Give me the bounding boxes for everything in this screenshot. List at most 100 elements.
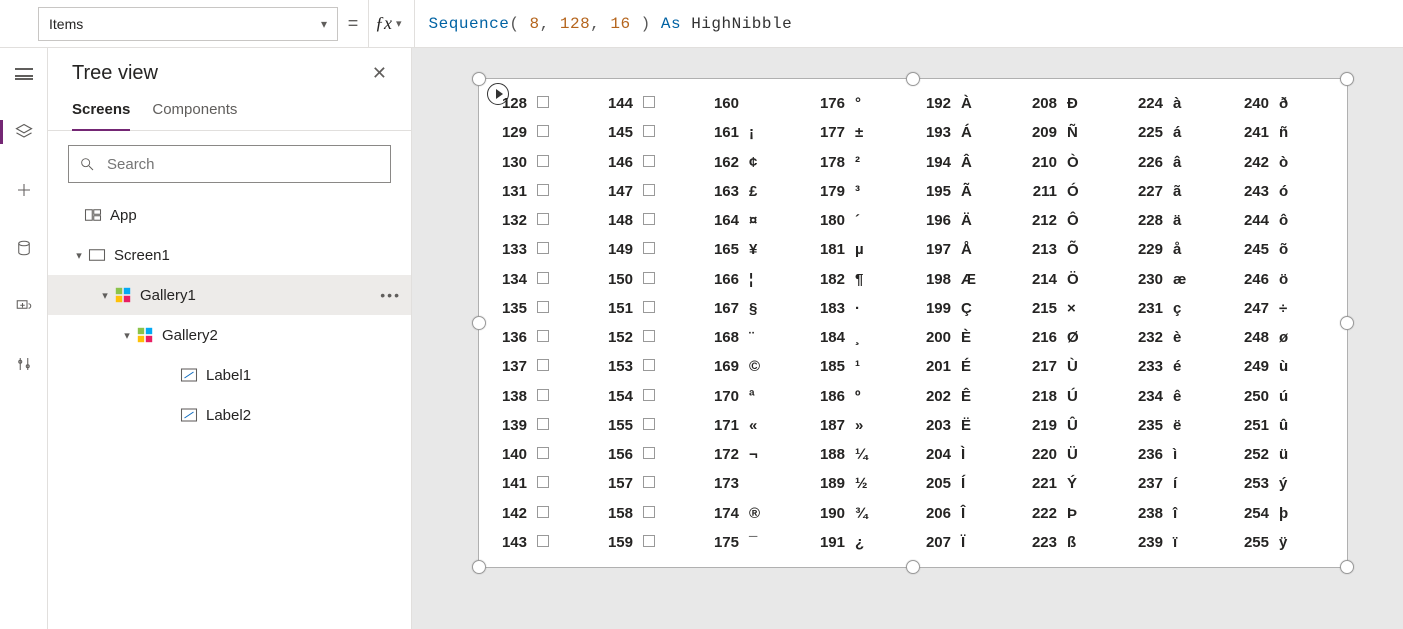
fx-icon: ƒx bbox=[375, 13, 392, 34]
table-row: 175¯ bbox=[701, 528, 807, 557]
table-row: 210Ò bbox=[1019, 148, 1125, 177]
char-code: 202 bbox=[919, 388, 951, 405]
tree-item-gallery1[interactable]: ▾Gallery1••• bbox=[48, 275, 411, 315]
table-row: 242ò bbox=[1231, 148, 1337, 177]
char-code: 163 bbox=[707, 183, 739, 200]
table-row: 176° bbox=[807, 89, 913, 118]
search-box[interactable] bbox=[68, 145, 391, 183]
table-row: 219Û bbox=[1019, 411, 1125, 440]
close-icon[interactable]: ✕ bbox=[372, 63, 387, 84]
table-row: 243 ó bbox=[1231, 177, 1337, 206]
table-row: 248ø bbox=[1231, 323, 1337, 352]
char-code: 197 bbox=[919, 241, 951, 258]
char-code: 205 bbox=[919, 475, 951, 492]
table-row: 142 bbox=[489, 499, 595, 528]
char-code: 219 bbox=[1025, 417, 1057, 434]
char-glyph: Ç bbox=[961, 300, 983, 317]
search-input[interactable] bbox=[105, 155, 380, 174]
char-code: 241 bbox=[1237, 124, 1269, 141]
table-row: 246ö bbox=[1231, 265, 1337, 294]
rail-hamburger[interactable] bbox=[0, 56, 48, 92]
char-glyph: ª bbox=[749, 388, 771, 405]
char-glyph bbox=[537, 95, 559, 112]
table-row: 215× bbox=[1019, 294, 1125, 323]
gallery-content: 1281291301311321331341351361371381391401… bbox=[489, 89, 1337, 557]
table-row: 155 bbox=[595, 411, 701, 440]
char-glyph: Â bbox=[961, 154, 983, 171]
resize-handle[interactable] bbox=[1340, 72, 1354, 86]
resize-handle[interactable] bbox=[472, 72, 486, 86]
char-code: 212 bbox=[1025, 212, 1057, 229]
char-code: 172 bbox=[707, 446, 739, 463]
char-code: 255 bbox=[1237, 534, 1269, 551]
more-icon[interactable]: ••• bbox=[380, 287, 401, 303]
tab-screens[interactable]: Screens bbox=[72, 95, 130, 130]
resize-handle[interactable] bbox=[906, 560, 920, 574]
tree-item-gallery2[interactable]: ▾Gallery2 bbox=[48, 315, 411, 355]
formula-token: 8 bbox=[530, 15, 540, 33]
char-code: 229 bbox=[1131, 241, 1163, 258]
resize-handle[interactable] bbox=[1340, 316, 1354, 330]
formula-input[interactable]: Sequence( 8, 128, 16 ) As HighNibble bbox=[415, 0, 1403, 48]
table-row: 144 bbox=[595, 89, 701, 118]
char-code: 150 bbox=[601, 271, 633, 288]
table-row: 132 bbox=[489, 206, 595, 235]
char-code: 147 bbox=[601, 183, 633, 200]
table-row: 218Ú bbox=[1019, 382, 1125, 411]
resize-handle[interactable] bbox=[472, 316, 486, 330]
selected-control[interactable]: 1281291301311321331341351361371381391401… bbox=[478, 78, 1348, 568]
table-row: 234ê bbox=[1125, 382, 1231, 411]
tree-item-label1[interactable]: Label1 bbox=[48, 355, 411, 395]
resize-handle[interactable] bbox=[1340, 560, 1354, 574]
rail-media[interactable] bbox=[0, 288, 48, 324]
char-glyph: ó bbox=[1279, 183, 1301, 200]
char-code: 195 bbox=[919, 183, 951, 200]
char-glyph: þ bbox=[1279, 505, 1301, 522]
table-row: 133 bbox=[489, 235, 595, 264]
rail-tree-view[interactable] bbox=[0, 114, 48, 150]
gallery-icon bbox=[114, 286, 132, 304]
char-code: 179 bbox=[813, 183, 845, 200]
tree-item-label2[interactable]: Label2 bbox=[48, 395, 411, 435]
canvas[interactable]: 1281291301311321331341351361371381391401… bbox=[412, 48, 1403, 629]
tree-item-screen1[interactable]: ▾Screen1 bbox=[48, 235, 411, 275]
resize-handle[interactable] bbox=[906, 72, 920, 86]
chevron-down-icon[interactable]: ▾ bbox=[72, 249, 86, 262]
formula-token: HighNibble bbox=[681, 15, 792, 33]
property-dropdown[interactable]: Items ▾ bbox=[38, 7, 338, 41]
rail-tools[interactable] bbox=[0, 346, 48, 382]
media-icon bbox=[14, 297, 34, 315]
table-row: 225á bbox=[1125, 118, 1231, 147]
char-glyph bbox=[537, 446, 559, 463]
table-row: 177± bbox=[807, 118, 913, 147]
char-glyph: ù bbox=[1279, 358, 1301, 375]
table-row: 128 bbox=[489, 89, 595, 118]
char-code: 221 bbox=[1025, 475, 1057, 492]
char-code: 230 bbox=[1131, 271, 1163, 288]
chevron-down-icon[interactable]: ▾ bbox=[98, 289, 112, 302]
char-code: 227 bbox=[1131, 183, 1163, 200]
table-row: 172¬ bbox=[701, 440, 807, 469]
rail-insert[interactable] bbox=[0, 172, 48, 208]
char-glyph: à bbox=[1173, 95, 1195, 112]
resize-handle[interactable] bbox=[472, 560, 486, 574]
char-glyph: Ó bbox=[1067, 183, 1089, 200]
char-code: 204 bbox=[919, 446, 951, 463]
char-glyph bbox=[643, 475, 665, 492]
char-code: 129 bbox=[495, 124, 527, 141]
char-glyph: ¥ bbox=[749, 241, 771, 258]
table-row: 208Ð bbox=[1019, 89, 1125, 118]
chevron-down-icon[interactable]: ▾ bbox=[120, 329, 134, 342]
table-row: 139 bbox=[489, 411, 595, 440]
rail-data[interactable] bbox=[0, 230, 48, 266]
char-code: 243 bbox=[1237, 183, 1269, 200]
char-glyph: Õ bbox=[1067, 241, 1089, 258]
table-row: 160 bbox=[701, 89, 807, 118]
char-glyph: Ù bbox=[1067, 358, 1089, 375]
gallery-column: 240ð241ñ242ò243ó244ô245õ246ö247÷248ø249ù… bbox=[1231, 89, 1337, 557]
fx-button[interactable]: ƒx ▾ bbox=[368, 0, 415, 48]
char-code: 133 bbox=[495, 241, 527, 258]
tree-item-app[interactable]: App bbox=[48, 195, 411, 235]
tab-components[interactable]: Components bbox=[152, 95, 237, 130]
table-row: 198Æ bbox=[913, 265, 1019, 294]
